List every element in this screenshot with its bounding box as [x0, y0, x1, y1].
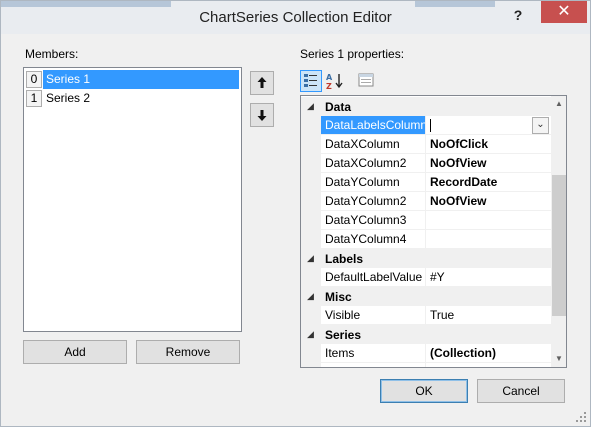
title-bar[interactable]: ChartSeries Collection Editor ? ✕	[1, 1, 590, 34]
help-button[interactable]: ?	[506, 5, 530, 25]
move-down-button[interactable]	[250, 103, 274, 127]
alphabetical-icon: A Z	[326, 73, 343, 91]
property-name: DataYColumn2	[321, 192, 426, 211]
properties-toolbar: A Z	[300, 68, 380, 94]
properties-label: Series 1 properties:	[300, 47, 405, 61]
property-name: DataXColumn	[321, 135, 426, 154]
property-pages-icon	[358, 73, 374, 87]
row-gutter	[301, 344, 321, 363]
dropdown-chevron-icon[interactable]: ⌄	[532, 117, 549, 134]
collapse-caret-icon[interactable]: ◢	[307, 101, 314, 112]
arrow-down-icon	[257, 110, 267, 121]
categorized-icon	[304, 74, 317, 87]
property-value[interactable]	[426, 230, 551, 249]
property-name: DataYColumn3	[321, 211, 426, 230]
property-row[interactable]: DataYColumn4	[301, 230, 551, 249]
cancel-button[interactable]: Cancel	[477, 379, 565, 403]
arrow-up-icon	[257, 77, 267, 88]
category-name: Series	[325, 328, 362, 342]
add-button[interactable]: Add	[23, 340, 127, 364]
property-name: DataLabelsColumn	[321, 116, 426, 135]
row-gutter	[301, 306, 321, 325]
remove-button[interactable]: Remove	[136, 340, 240, 364]
member-index: 1	[26, 90, 42, 107]
row-gutter	[301, 154, 321, 173]
property-row[interactable]: Visible True	[301, 306, 551, 325]
row-gutter	[301, 230, 321, 249]
collection-editor-dialog: ChartSeries Collection Editor ? ✕ Member…	[0, 0, 591, 427]
resize-grip-icon[interactable]	[574, 410, 588, 424]
property-name: Items	[321, 344, 426, 363]
row-gutter	[301, 268, 321, 287]
scroll-up-icon[interactable]: ▲	[551, 96, 566, 112]
property-pages-button[interactable]	[356, 70, 378, 92]
background-window-strip-left	[1, 1, 171, 7]
member-name: Series 1	[43, 70, 239, 89]
row-gutter	[301, 363, 321, 367]
category-row[interactable]: ◢ Labels	[301, 249, 551, 268]
scrollbar-thumb[interactable]	[552, 175, 566, 316]
property-row[interactable]: DataXColumn NoOfClick	[301, 135, 551, 154]
category-name: Misc	[325, 290, 352, 304]
property-row[interactable]: Items (Collection)	[301, 344, 551, 363]
text-caret	[430, 119, 431, 132]
window-title: ChartSeries Collection Editor	[199, 9, 392, 26]
member-index: 0	[26, 71, 42, 88]
property-row[interactable]: DataYColumn RecordDate	[301, 173, 551, 192]
category-row[interactable]: ◢ Misc	[301, 287, 551, 306]
property-row[interactable]: DataYColumn2 NoOfView	[301, 192, 551, 211]
row-gutter	[301, 211, 321, 230]
svg-text:Z: Z	[326, 82, 332, 91]
property-value[interactable]	[426, 211, 551, 230]
property-row[interactable]: NameSeries1	[301, 363, 551, 367]
collapse-caret-icon[interactable]: ◢	[307, 253, 314, 264]
row-gutter	[301, 192, 321, 211]
property-value[interactable]: True	[426, 306, 551, 325]
property-row[interactable]: DataYColumn3	[301, 211, 551, 230]
property-name: DefaultLabelValue	[321, 268, 426, 287]
property-value[interactable]: RecordDate	[426, 173, 551, 192]
svg-text:A: A	[326, 73, 333, 82]
collapse-caret-icon[interactable]: ◢	[307, 291, 314, 302]
move-up-button[interactable]	[250, 71, 274, 95]
background-window-strip-right	[415, 1, 495, 7]
property-grid[interactable]: ◢ Data DataLabelsColumn ⌄ DataXColumn NoOfCli…	[300, 95, 567, 368]
ok-button[interactable]: OK	[380, 379, 468, 403]
property-name: DataYColumn	[321, 173, 426, 192]
category-row[interactable]: ◢ Data	[301, 97, 551, 116]
property-name: DataXColumn2	[321, 154, 426, 173]
scroll-down-icon[interactable]: ▼	[551, 351, 566, 367]
property-value[interactable]: (Collection)	[426, 344, 551, 363]
members-list[interactable]: 0 Series 1 1 Series 2	[23, 67, 242, 332]
property-name: DataYColumn4	[321, 230, 426, 249]
member-name: Series 2	[46, 91, 91, 105]
category-row[interactable]: ◢ Series	[301, 325, 551, 344]
property-row[interactable]: DataLabelsColumn ⌄	[301, 116, 551, 135]
property-row[interactable]: DataXColumn2 NoOfView	[301, 154, 551, 173]
category-name: Labels	[325, 252, 364, 266]
members-label: Members:	[25, 47, 79, 61]
categorized-button[interactable]	[300, 70, 322, 92]
row-gutter	[301, 135, 321, 154]
property-value[interactable]: Series1	[426, 363, 551, 367]
property-value[interactable]: #Y	[426, 268, 551, 287]
collapse-caret-icon[interactable]: ◢	[307, 329, 314, 340]
row-gutter	[301, 173, 321, 192]
property-value[interactable]: NoOfView	[426, 154, 551, 173]
property-value[interactable]: NoOfClick	[426, 135, 551, 154]
property-name: Visible	[321, 306, 426, 325]
category-name: Data	[325, 100, 352, 114]
list-item[interactable]: 1 Series 2	[26, 89, 239, 108]
property-value[interactable]: NoOfView	[426, 192, 551, 211]
list-item[interactable]: 0 Series 1	[26, 70, 239, 89]
row-gutter	[301, 116, 321, 135]
property-grid-scrollbar[interactable]: ▲ ▼	[551, 96, 566, 367]
property-row[interactable]: DefaultLabelValue #Y	[301, 268, 551, 287]
alphabetical-button[interactable]: A Z	[324, 70, 346, 92]
close-button[interactable]: ✕	[541, 1, 587, 23]
property-name: Name	[321, 363, 426, 367]
